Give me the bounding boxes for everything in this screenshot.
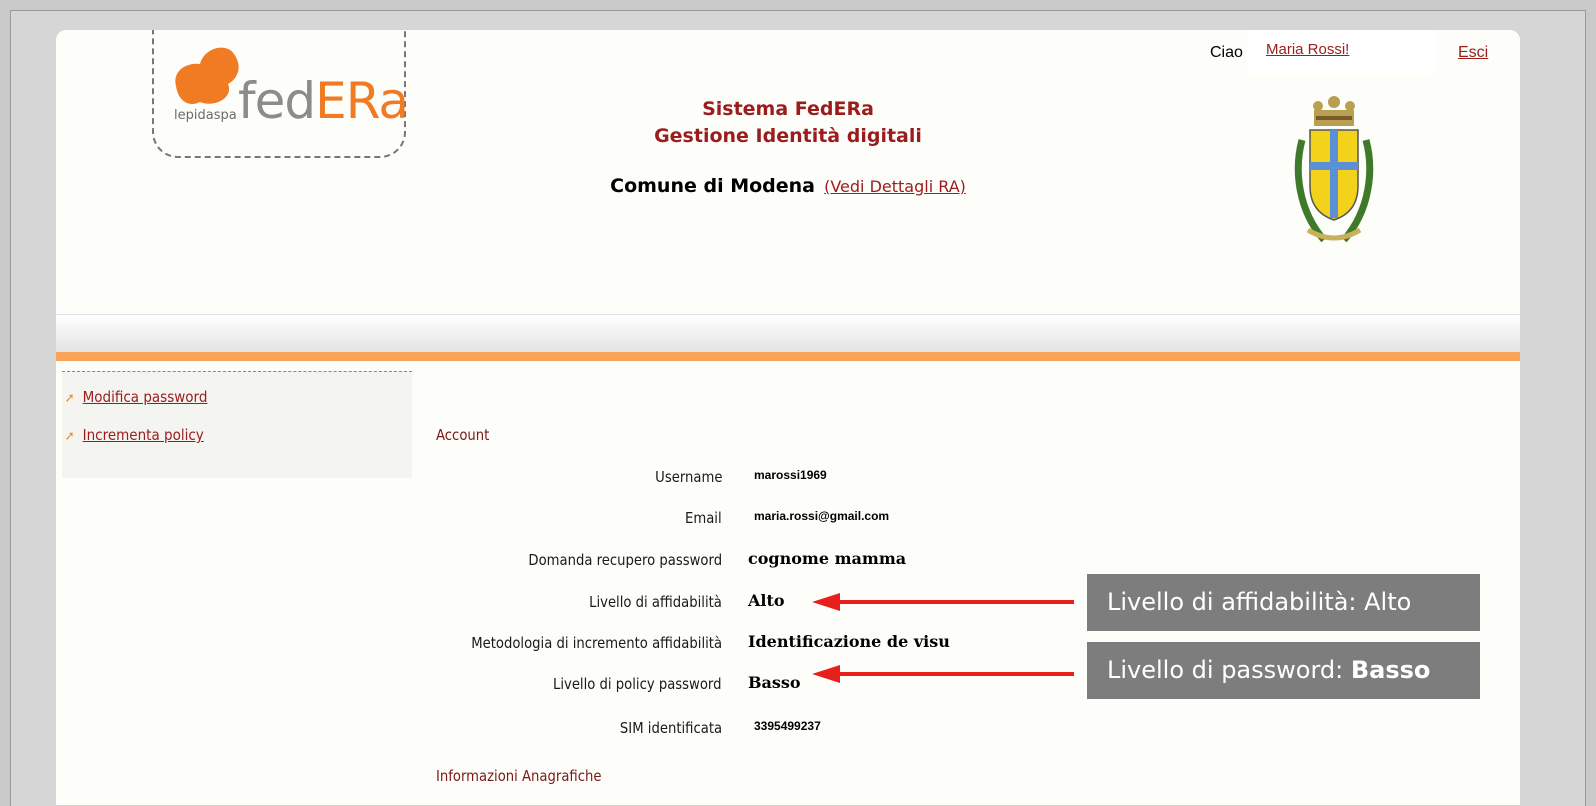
sidebar-item-modifica-password[interactable]: ➚ Modifica password [62,388,208,414]
annotation-password-value: Basso [1350,656,1431,684]
row-sim: SIM identificata 3395499237 [436,713,1036,743]
annotation-arrow-icon [812,593,1074,611]
sidebar-item-label[interactable]: Incrementa policy [83,426,204,444]
annotation-password-prefix: Livello di password: [1107,656,1351,684]
annotation-password: Livello di password: Basso [1087,642,1480,699]
annotation-affidabilita: Livello di affidabilità: Alto [1087,574,1480,631]
field-label: Username [654,468,722,486]
field-value: maria.rossi@gmail.com [754,509,890,523]
arrow-bullet-icon: ➚ [64,391,75,406]
anagrafica-section-title: Informazioni Anagrafiche [436,767,602,785]
row-domanda-recupero: Domanda recupero password cognome mamma [436,545,1036,575]
field-value: cognome mamma [748,549,907,568]
sidebar: ➚ Modifica password ➚ Incrementa policy [62,371,412,478]
row-metodologia: Metodologia di incremento affidabilità I… [436,628,1036,658]
field-label: Livello di affidabilità [589,593,722,611]
page: lepidaspa fedERa Sistema FedERa Gestione… [56,30,1520,805]
field-label: SIM identificata [619,719,722,737]
field-value: 3395499237 [754,719,821,733]
field-label: Domanda recupero password [528,551,722,569]
coat-of-arms-icon [1294,96,1374,243]
field-value: Identificazione de visu [748,632,950,651]
field-value: Basso [748,673,801,692]
row-email: Email maria.rossi@gmail.com [436,503,1036,533]
crown-icon [1313,96,1355,126]
greeting: Ciao [1210,44,1243,61]
vedi-dettagli-link[interactable]: (Vedi Dettagli RA) [824,177,966,196]
logout-link[interactable]: Esci [1458,44,1488,62]
comune-name: Comune di Modena [610,175,815,197]
account-section-title: Account [436,426,490,444]
user-name-link[interactable]: Maria Rossi! [1266,41,1349,58]
orange-divider [56,352,1520,361]
arrow-bullet-icon: ➚ [64,429,75,444]
field-label: Email [685,509,722,527]
field-label: Metodologia di incremento affidabilità [471,634,722,652]
sidebar-item-label[interactable]: Modifica password [83,388,208,406]
field-value: Alto [748,591,785,610]
field-value: marossi1969 [754,468,827,482]
field-label: Livello di policy password [553,675,722,693]
nav-band [56,314,1520,353]
annotation-arrow-icon [812,665,1074,683]
row-username: Username marossi1969 [436,462,1036,492]
sidebar-item-incrementa-policy[interactable]: ➚ Incrementa policy [62,426,204,452]
